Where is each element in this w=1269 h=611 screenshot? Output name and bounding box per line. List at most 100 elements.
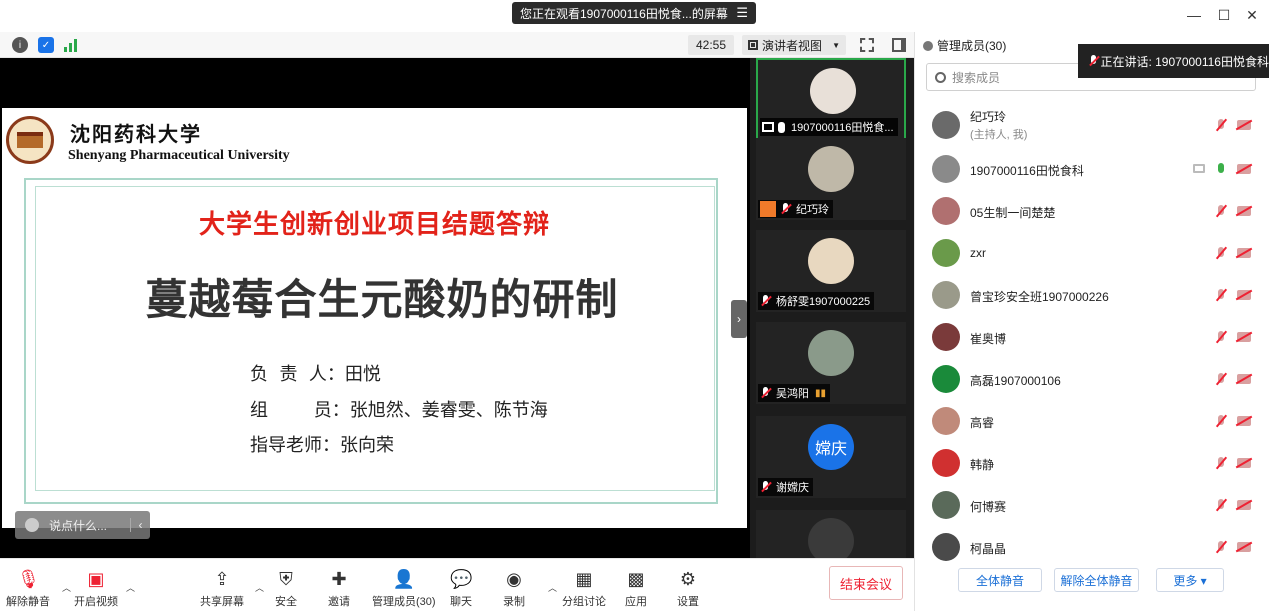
- camera-off-icon[interactable]: [1237, 416, 1251, 426]
- panel-title-text: 管理成员(30): [937, 39, 1007, 53]
- video-tile[interactable]: 1907000116田悦食...: [756, 58, 906, 140]
- members-icon: [923, 40, 933, 51]
- avatar: [808, 238, 854, 284]
- unmute-all-button[interactable]: 解除全体静音: [1054, 568, 1139, 592]
- mic-muted-icon[interactable]: [1215, 204, 1227, 218]
- end-meeting-button[interactable]: 结束会议: [829, 566, 903, 600]
- sidebar-toggle-icon[interactable]: [892, 38, 906, 52]
- mic-muted-icon: [760, 387, 772, 399]
- shared-screen: 沈阳药科大学 Shenyang Pharmaceutical Universit…: [0, 58, 750, 558]
- participant-name: 柯晶晶: [970, 542, 1007, 556]
- record-button[interactable]: ◉ 录制: [503, 569, 525, 609]
- tool-label: 共享屏幕: [200, 596, 244, 608]
- mic-muted-icon[interactable]: [1215, 540, 1227, 554]
- video-tile[interactable]: 纪巧玲: [756, 138, 906, 220]
- apps-icon: ▩: [627, 569, 645, 589]
- participant-role: (主持人, 我): [970, 129, 1028, 141]
- info-icon[interactable]: i: [12, 37, 28, 53]
- university-name-cn: 沈阳药科大学: [70, 122, 202, 146]
- invite-button[interactable]: ✚ 邀请: [328, 569, 350, 609]
- camera-off-icon[interactable]: [1237, 458, 1251, 468]
- minimize-icon[interactable]: —: [1183, 4, 1205, 26]
- participant-name: 高睿: [970, 416, 995, 430]
- mic-muted-icon: 🎙: [17, 569, 40, 589]
- camera-off-icon[interactable]: [1237, 332, 1251, 342]
- settings-button[interactable]: ⚙ 设置: [677, 569, 699, 609]
- mic-muted-icon[interactable]: [1215, 372, 1227, 386]
- mic-muted-icon[interactable]: [1215, 330, 1227, 344]
- mic-muted-icon[interactable]: [1215, 456, 1227, 470]
- breakout-button[interactable]: ▦ 分组讨论: [562, 569, 606, 609]
- camera-off-button[interactable]: ▣ 开启视频: [74, 569, 118, 609]
- emoji-icon[interactable]: [25, 518, 39, 532]
- participant-row[interactable]: 纪巧玲 (主持人, 我): [915, 104, 1269, 146]
- tool-label: 安全: [275, 596, 297, 608]
- mic-muted-icon[interactable]: [1215, 288, 1227, 302]
- maximize-icon[interactable]: ☐: [1213, 4, 1235, 26]
- camera-off-icon[interactable]: [1237, 542, 1251, 552]
- participant-row[interactable]: 05生制一间楚楚: [915, 190, 1269, 232]
- chevron-up-icon[interactable]: ︿: [126, 581, 135, 594]
- camera-off-icon[interactable]: [1237, 248, 1251, 258]
- shield-icon: ⛨: [279, 569, 293, 589]
- camera-off-icon[interactable]: [1237, 206, 1251, 216]
- panel-title: 管理成员(30): [923, 37, 1006, 54]
- chevron-up-icon[interactable]: ︿: [255, 581, 264, 594]
- search-icon: [935, 71, 946, 83]
- view-mode-select[interactable]: 演讲者视图 ▼: [742, 35, 846, 55]
- collapse-strip-handle[interactable]: ›: [731, 300, 747, 338]
- video-tile[interactable]: 杨舒雯1907000225: [756, 230, 906, 312]
- participant-row[interactable]: 崔奥博: [915, 316, 1269, 358]
- video-tile-name: 1907000116田悦食...: [760, 118, 898, 136]
- chevron-up-icon[interactable]: ︿: [548, 581, 557, 594]
- participant-row[interactable]: 高磊1907000106: [915, 358, 1269, 400]
- participant-row[interactable]: 曾宝珍安全班1907000226: [915, 274, 1269, 316]
- video-tile-name-text: 1907000116田悦食...: [791, 122, 894, 134]
- video-tile-name: 杨舒雯1907000225: [758, 292, 875, 310]
- mic-muted-icon[interactable]: [1215, 498, 1227, 512]
- share-banner[interactable]: 您正在观看1907000116田悦食...的屏幕 ☰: [512, 2, 756, 24]
- camera-off-icon[interactable]: [1237, 290, 1251, 300]
- mic-muted-icon[interactable]: [1215, 414, 1227, 428]
- avatar: [932, 197, 960, 225]
- mic-muted-icon[interactable]: [1215, 246, 1227, 260]
- participant-row[interactable]: 高睿: [915, 400, 1269, 442]
- video-tile[interactable]: [756, 510, 906, 564]
- university-logo-icon: [6, 116, 54, 164]
- fullscreen-icon[interactable]: [860, 38, 874, 52]
- signal-icon[interactable]: [64, 38, 80, 52]
- avatar: [932, 239, 960, 267]
- participant-row[interactable]: 1907000116田悦食科: [915, 148, 1269, 190]
- chat-hint-input[interactable]: 说点什么... ‹: [15, 511, 150, 539]
- chevron-left-icon[interactable]: ‹: [130, 518, 150, 532]
- video-tile-name: 吴鸿阳 ▮▮: [758, 384, 831, 402]
- members-button[interactable]: 👤 管理成员(30): [372, 569, 436, 609]
- participant-row[interactable]: 何博赛: [915, 484, 1269, 526]
- mute-all-button[interactable]: 全体静音: [958, 568, 1042, 592]
- avatar: [932, 491, 960, 519]
- apps-button[interactable]: ▩ 应用: [625, 569, 647, 609]
- mic-muted-icon[interactable]: [1215, 118, 1227, 132]
- camera-off-icon[interactable]: [1237, 120, 1251, 130]
- close-icon[interactable]: ✕: [1241, 4, 1263, 26]
- camera-off-icon[interactable]: [1237, 374, 1251, 384]
- mic-icon[interactable]: [1215, 162, 1227, 176]
- video-tile[interactable]: 吴鸿阳 ▮▮: [756, 322, 906, 404]
- share-screen-button[interactable]: ⇪ 共享屏幕: [200, 569, 244, 609]
- participant-row[interactable]: 柯晶晶: [915, 526, 1269, 568]
- chevron-up-icon[interactable]: ︿: [62, 581, 71, 594]
- shield-icon[interactable]: ✓: [38, 37, 54, 53]
- avatar: [808, 146, 854, 192]
- menu-lines-icon[interactable]: ☰: [736, 5, 748, 21]
- participant-row[interactable]: zxr: [915, 232, 1269, 274]
- video-tile[interactable]: 嫦庆 谢嫦庆: [756, 416, 906, 498]
- camera-off-icon[interactable]: [1237, 164, 1251, 174]
- participant-row[interactable]: 韩静: [915, 442, 1269, 484]
- mic-muted-button[interactable]: 🎙 解除静音: [6, 569, 50, 609]
- top-toolbar: i ✓ 42:55 演讲者视图 ▼: [0, 32, 914, 58]
- camera-off-icon[interactable]: [1237, 500, 1251, 510]
- shield-button[interactable]: ⛨ 安全: [275, 569, 297, 609]
- more-button[interactable]: 更多 ▾: [1156, 568, 1224, 592]
- chat-button[interactable]: 💬 聊天: [450, 569, 472, 609]
- avatar: [932, 407, 960, 435]
